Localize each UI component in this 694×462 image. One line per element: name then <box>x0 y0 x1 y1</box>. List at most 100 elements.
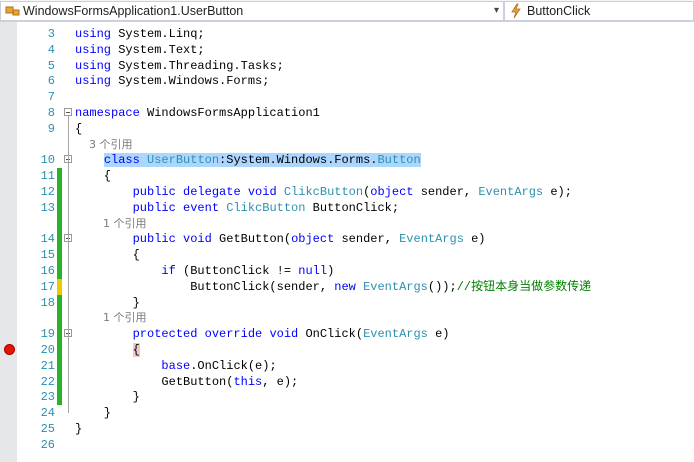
code-text: base.OnClick(e); <box>75 358 276 374</box>
code-line: 17 ButtonClick(sender, new EventArgs());… <box>0 278 694 295</box>
code-line: 12 public delegate void ClikcButton(obje… <box>0 184 694 200</box>
code-token: System.Threading.Tasks; <box>111 58 284 73</box>
code-line: 4 using System.Text; <box>0 42 694 58</box>
code-line: 10 class UserButton:System.Windows.Forms… <box>0 152 694 168</box>
saved-change-marker <box>57 231 62 248</box>
code-token: using <box>75 74 112 89</box>
codelens-references[interactable]: 1 个引用 <box>0 310 694 327</box>
saved-change-marker <box>57 357 62 374</box>
code-token: (ButtonClick != <box>175 264 299 278</box>
code-token: //按钮本身当做参数传递 <box>456 279 592 294</box>
line-number: 24 <box>40 406 55 421</box>
code-token: EventArgs <box>399 232 464 247</box>
line-number: 12 <box>40 185 55 199</box>
code-token: GetButton( <box>75 374 234 389</box>
code-token: System.Linq; <box>111 27 205 41</box>
code-token: UserButton <box>147 153 220 168</box>
code-token: object <box>291 232 335 247</box>
line-number: 20 <box>40 343 55 357</box>
code-text: using System.Text; <box>75 42 205 58</box>
code-token: ) <box>327 264 335 278</box>
code-line: 24 } <box>0 405 694 421</box>
chevron-down-icon: ▾ <box>493 5 499 16</box>
code-token: { <box>132 343 140 357</box>
saved-change-marker <box>57 168 62 185</box>
code-line: 25} <box>0 421 694 437</box>
event-icon <box>511 3 521 19</box>
code-token: } <box>75 422 83 436</box>
line-number: 13 <box>40 200 55 215</box>
code-line: 26 <box>0 437 694 453</box>
code-token: } <box>75 390 140 405</box>
saved-change-marker <box>57 215 62 232</box>
saved-change-marker <box>57 294 62 311</box>
line-number: 10 <box>40 153 55 168</box>
code-token: System.Text; <box>111 42 205 57</box>
code-line: 9{ <box>0 121 694 137</box>
code-token: Button <box>377 153 421 168</box>
code-text: GetButton(this, e); <box>75 374 298 390</box>
class-dropdown[interactable]: WindowsFormsApplication1.UserButton ▾ <box>0 1 504 21</box>
codelens-references[interactable]: 1 个引用 <box>0 215 694 232</box>
code-text: { <box>75 168 111 184</box>
saved-change-marker <box>57 184 62 200</box>
saved-change-marker <box>57 342 62 358</box>
outline-guide <box>68 116 69 414</box>
code-token: void <box>269 327 299 342</box>
line-number: 17 <box>40 279 55 294</box>
code-line: 5 using System.Threading.Tasks; <box>0 58 694 74</box>
code-token: e) <box>427 327 450 342</box>
collapse-icon[interactable] <box>64 108 72 116</box>
codelens-references[interactable]: 3 个引用 <box>0 137 694 153</box>
code-line: 8 namespace WindowsFormsApplication1 <box>0 105 694 121</box>
code-text: { <box>75 342 140 358</box>
code-token: ()); <box>427 279 457 294</box>
code-text: } <box>75 295 140 311</box>
code-line: 16 if (ButtonClick != null) <box>0 263 694 279</box>
code-token: sender, <box>413 185 479 199</box>
code-text: { <box>75 121 82 137</box>
line-number: 3 <box>47 27 55 41</box>
line-number: 4 <box>47 42 55 57</box>
breakpoint-icon[interactable] <box>4 344 15 355</box>
line-number: 22 <box>40 374 55 389</box>
code-token: void <box>183 232 212 247</box>
code-token: { <box>75 248 140 263</box>
code-editor[interactable]: 3 using System.Linq; 4 using System.Text; 5 u… <box>0 22 694 462</box>
code-token: ClikcButton <box>283 185 364 199</box>
line-number: 9 <box>47 121 55 136</box>
code-text: namespace WindowsFormsApplication1 <box>75 105 320 121</box>
line-number: 8 <box>47 106 55 120</box>
saved-change-marker <box>57 310 62 327</box>
code-text: public event ClikcButton ButtonClick; <box>75 200 399 216</box>
codelens-text: 3 个引用 <box>75 137 133 151</box>
code-token <box>139 153 148 168</box>
codelens-text: 1 个引用 <box>75 216 147 230</box>
code-text: } <box>75 405 111 421</box>
code-token: protected <box>132 327 198 342</box>
code-token: override <box>204 327 263 342</box>
code-token: namespace <box>75 106 140 120</box>
code-line: 18 } <box>0 294 694 311</box>
code-line: 14 public void GetButton(object sender, … <box>0 231 694 248</box>
code-text: if (ButtonClick != null) <box>75 263 334 279</box>
line-number: 21 <box>40 358 55 373</box>
member-dropdown[interactable]: ButtonClick <box>504 1 694 21</box>
code-token: class <box>103 153 140 168</box>
line-number: 14 <box>40 232 55 247</box>
code-token: using <box>75 42 112 57</box>
line-number: 26 <box>40 437 55 452</box>
code-token: ButtonClick(sender, <box>75 279 335 294</box>
navigation-bar: WindowsFormsApplication1.UserButton ▾ Bu… <box>0 0 694 22</box>
code-token: { <box>75 121 83 136</box>
